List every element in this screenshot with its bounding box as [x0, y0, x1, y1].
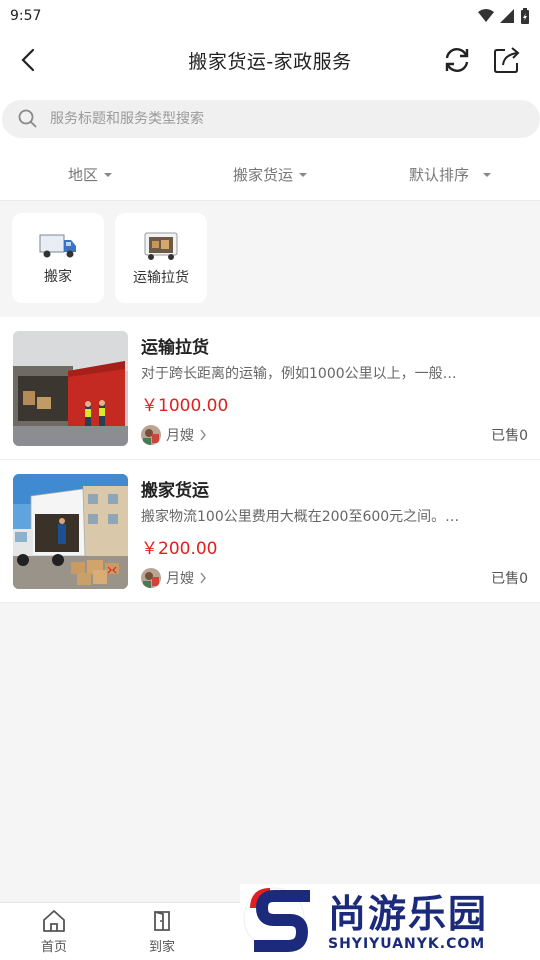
category-label: 搬家 — [44, 269, 72, 285]
filter-region[interactable]: 地区 — [0, 164, 180, 185]
tab-label: 到家 — [148, 939, 175, 955]
service-thumbnail — [13, 474, 128, 589]
chevron-right-icon — [200, 429, 206, 441]
filter-label: 地区 — [67, 165, 98, 184]
category-grid: 搬家 运输拉货 — [0, 201, 540, 317]
header: 搬家货运-家政服务 — [0, 32, 540, 88]
search-section — [0, 88, 540, 148]
chevron-left-icon — [21, 48, 35, 72]
van-icon — [144, 232, 178, 260]
header-actions — [442, 45, 522, 75]
service-meta: 月嫂 已售0 — [141, 568, 528, 588]
share-button[interactable] — [492, 45, 522, 75]
watermark-en: SHYIYUANYK.COM — [328, 936, 486, 952]
list-item[interactable]: 搬家货运 搬家物流100公里费用大概在200至600元之间。… ￥200.00 … — [0, 460, 540, 603]
service-price: ￥1000.00 — [141, 396, 229, 416]
service-list: 运输拉货 对于跨长距离的运输，例如1000公里以上，一般… ￥1000.00 月… — [0, 317, 540, 603]
filter-sort[interactable]: 默认排序 — [360, 164, 540, 185]
seller-link[interactable]: 月嫂 — [141, 425, 207, 445]
service-thumbnail — [13, 331, 128, 446]
refresh-button[interactable] — [442, 45, 472, 75]
seller-name: 月嫂 — [166, 428, 194, 444]
brand-logo-icon — [243, 887, 310, 952]
service-title: 搬家货运 — [141, 481, 209, 501]
seller-link[interactable]: 月嫂 — [141, 568, 207, 588]
truck-icon — [39, 234, 76, 258]
status-icons — [478, 8, 530, 24]
service-meta: 月嫂 已售0 — [141, 425, 528, 445]
category-moving[interactable]: 搬家 — [12, 213, 104, 303]
chevron-right-icon — [200, 572, 206, 584]
door-icon — [154, 910, 170, 931]
avatar — [141, 568, 161, 588]
category-label: 运输拉货 — [133, 270, 189, 286]
category-transport[interactable]: 运输拉货 — [115, 213, 207, 303]
avatar — [141, 425, 161, 445]
seller-name: 月嫂 — [166, 571, 194, 587]
list-item[interactable]: 运输拉货 对于跨长距离的运输，例如1000公里以上，一般… ￥1000.00 月… — [0, 317, 540, 460]
refresh-icon — [445, 48, 469, 72]
tab-door[interactable]: 到家 — [108, 903, 216, 960]
watermark-cn: 尚游乐园 — [328, 892, 489, 936]
service-info: 运输拉货 对于跨长距离的运输，例如1000公里以上，一般… ￥1000.00 月… — [141, 331, 528, 445]
service-price: ￥200.00 — [141, 539, 218, 559]
back-button[interactable] — [14, 46, 42, 74]
filter-category[interactable]: 搬家货运 — [180, 164, 360, 185]
share-icon — [494, 47, 520, 73]
service-description: 搬家物流100公里费用大概在200至600元之间。… — [141, 509, 460, 525]
caret-down-icon — [299, 173, 307, 177]
search-bar[interactable] — [2, 100, 540, 138]
service-info: 搬家货运 搬家物流100公里费用大概在200至600元之间。… ￥200.00 … — [141, 474, 528, 588]
sold-count: 已售0 — [491, 571, 528, 587]
caret-down-icon — [104, 173, 112, 177]
caret-down-icon — [483, 173, 491, 177]
filter-label: 默认排序 — [408, 165, 469, 184]
tab-home[interactable]: 首页 — [0, 903, 108, 960]
status-bar: 9:57 — [0, 0, 540, 32]
watermark-text: 尚游乐园 SHYIYUANYK.COM — [328, 892, 488, 952]
home-icon — [43, 909, 65, 932]
battery-icon — [521, 8, 529, 24]
watermark: 尚游乐园 SHYIYUANYK.COM — [240, 884, 540, 960]
service-title: 运输拉货 — [141, 338, 209, 358]
tab-label: 首页 — [40, 939, 67, 955]
filter-label: 搬家货运 — [232, 165, 293, 184]
status-time: 9:57 — [10, 8, 42, 24]
signal-icon — [500, 9, 514, 23]
sold-count: 已售0 — [491, 428, 528, 444]
filter-bar: 地区 搬家货运 默认排序 — [0, 148, 540, 201]
service-description: 对于跨长距离的运输，例如1000公里以上，一般… — [141, 366, 457, 382]
search-input[interactable] — [50, 111, 470, 127]
search-icon — [18, 109, 37, 128]
wifi-icon — [478, 9, 494, 22]
